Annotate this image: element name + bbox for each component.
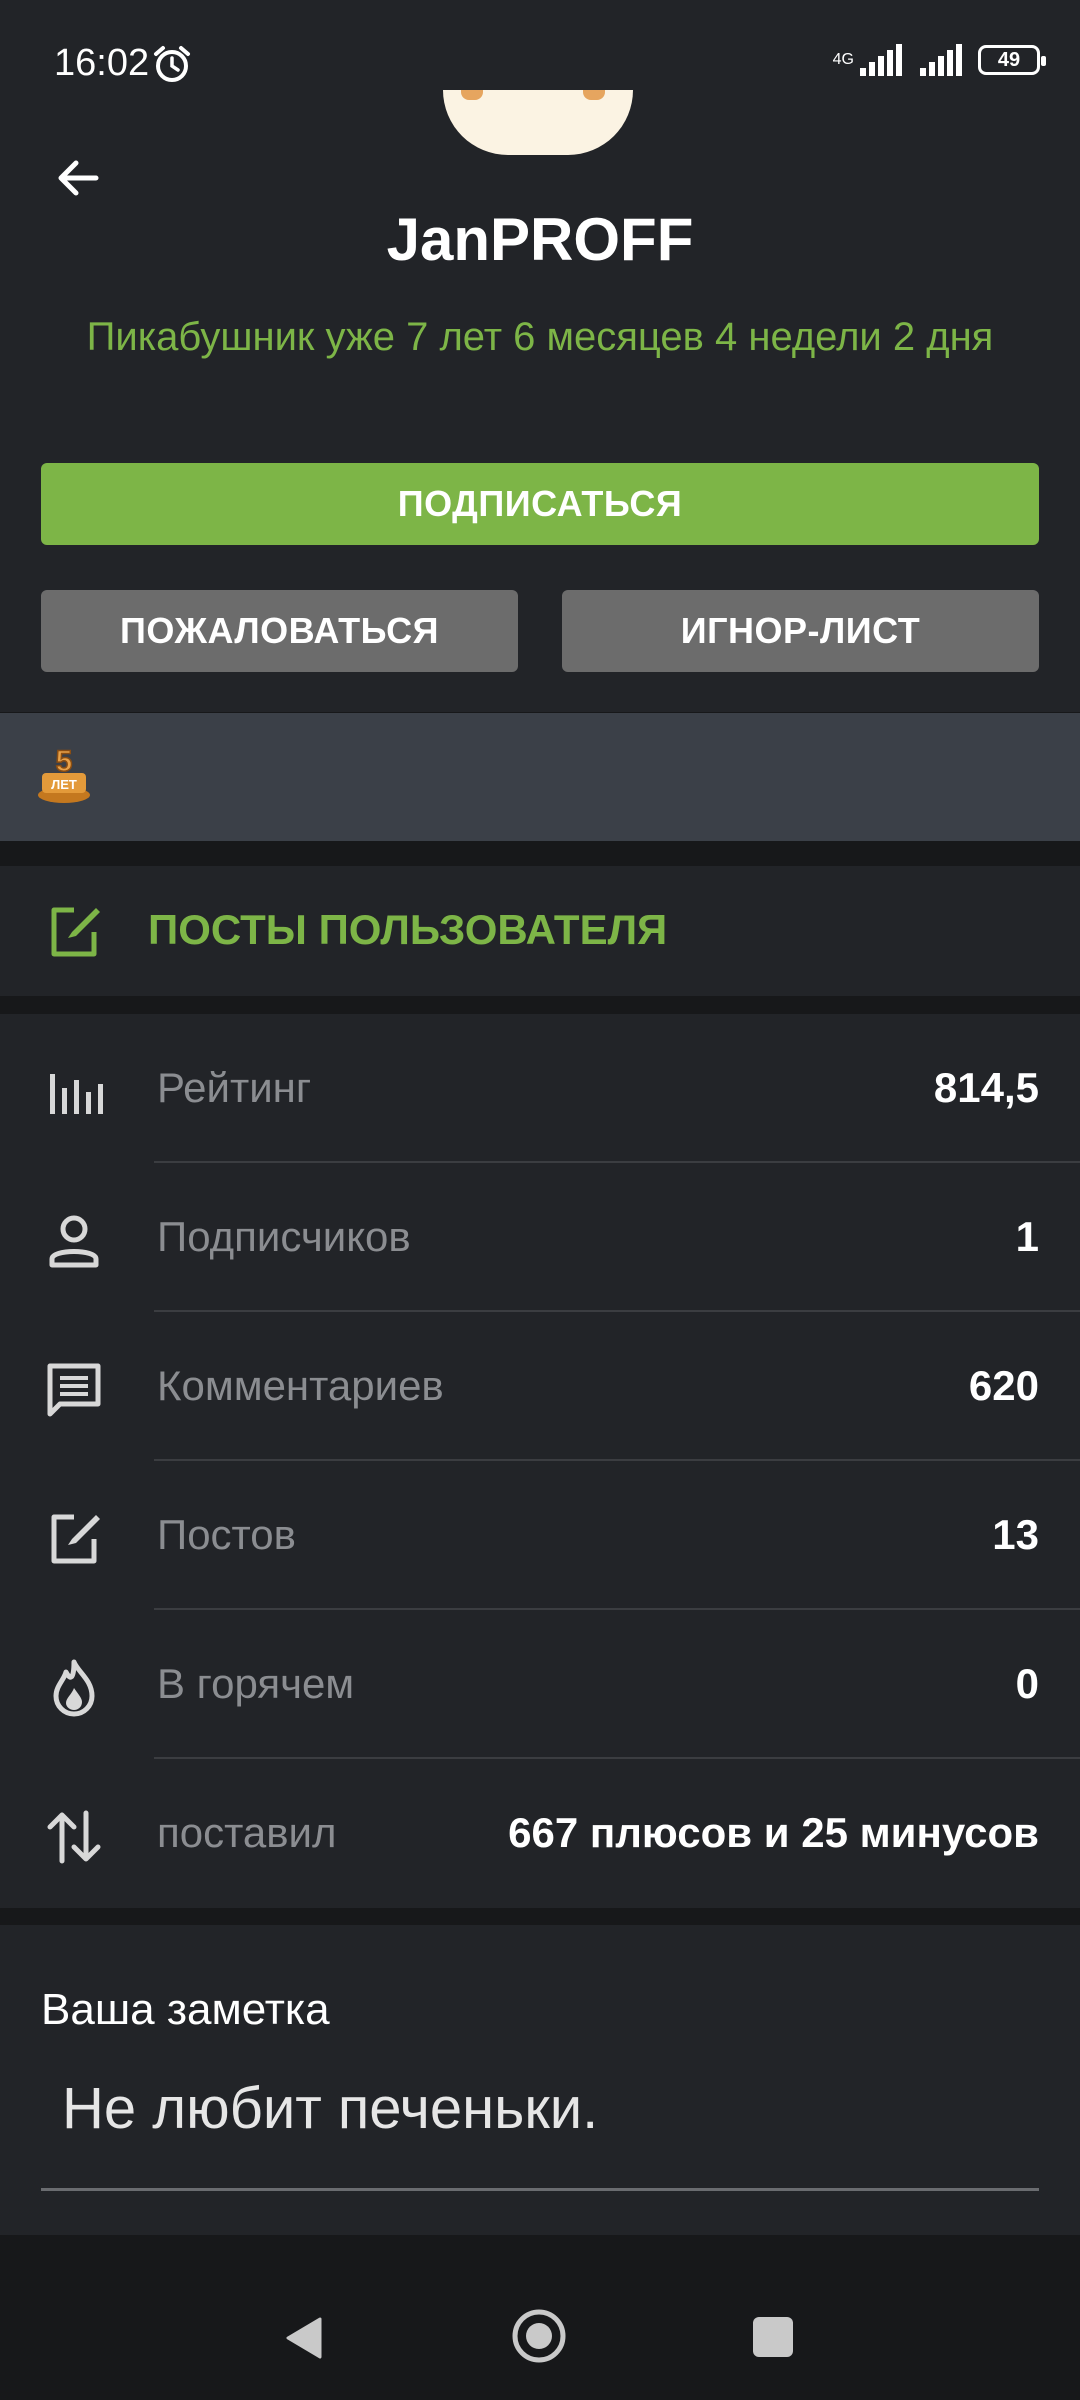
username: JanPROFF	[386, 206, 694, 273]
svg-text:ЛЕТ: ЛЕТ	[51, 777, 77, 792]
nav-back-icon[interactable]	[282, 2315, 324, 2361]
stat-row-votes: поставил 667 плюсов и 25 минусов	[0, 1759, 1080, 1908]
stat-label: Комментариев	[157, 1362, 444, 1409]
stat-value: 1	[1015, 1213, 1039, 1260]
awards-bar: 5 ЛЕТ	[0, 713, 1080, 841]
battery-level: 49	[997, 48, 1021, 71]
five-years-award-icon[interactable]: 5 ЛЕТ	[36, 743, 92, 805]
user-posts-link[interactable]: ПОСТЫ ПОЛЬЗОВАТЕЛЯ	[0, 866, 1080, 996]
stat-value: 13	[992, 1511, 1039, 1558]
comment-icon	[47, 1363, 101, 1417]
avatar	[443, 90, 633, 155]
stat-value: 667 плюсов и 25 минусов	[508, 1809, 1039, 1856]
stat-label: Рейтинг	[157, 1064, 312, 1111]
stat-row-hot: В горячем 0	[0, 1610, 1080, 1759]
user-posts-label: ПОСТЫ ПОЛЬЗОВАТЕЛЯ	[148, 906, 668, 953]
stat-value: 814,5	[933, 1064, 1039, 1111]
svg-text:5: 5	[56, 745, 73, 778]
nav-recents-icon[interactable]	[753, 2317, 793, 2357]
stat-row-rating: Рейтинг 814,5	[0, 1014, 1080, 1163]
signal-icon-1	[860, 44, 902, 76]
stat-row-comments: Комментариев 620	[0, 1312, 1080, 1461]
nav-home-icon[interactable]	[510, 2307, 568, 2365]
stat-label: В горячем	[157, 1660, 355, 1707]
user-note: Ваша заметка Не любит печеньки.	[0, 1925, 1080, 2235]
signal-icon-2	[920, 44, 962, 76]
system-nav-bar	[0, 2235, 1080, 2400]
battery-icon: 49	[978, 45, 1046, 75]
note-input[interactable]: Не любит печеньки.	[62, 2075, 598, 2142]
fire-icon	[53, 1659, 95, 1717]
person-icon	[49, 1215, 99, 1268]
note-title: Ваша заметка	[41, 1985, 330, 2034]
profile-header: JanPROFF Пикабушник уже 7 лет 6 месяцев …	[0, 90, 1080, 712]
stat-value: 0	[1015, 1660, 1039, 1707]
status-time: 16:02	[54, 42, 150, 84]
bar-chart-icon	[50, 1074, 103, 1114]
ignore-list-button[interactable]: ИГНОР-ЛИСТ	[562, 590, 1039, 672]
stat-label: поставил	[157, 1809, 337, 1856]
stats-list: Рейтинг 814,5 Подписчиков 1 Комментариев…	[0, 1014, 1080, 1908]
alarm-icon	[154, 46, 190, 82]
tenure-text: Пикабушник уже 7 лет 6 месяцев 4 недели …	[86, 315, 994, 359]
stat-label: Подписчиков	[157, 1213, 411, 1260]
stat-row-posts: Постов 13	[0, 1461, 1080, 1610]
edit-icon	[51, 1514, 100, 1564]
report-button[interactable]: ПОЖАЛОВАТЬСЯ	[41, 590, 518, 672]
subscribe-button[interactable]: ПОДПИСАТЬСЯ	[41, 463, 1039, 545]
stat-row-subscribers: Подписчиков 1	[0, 1163, 1080, 1312]
network-type: 4G	[832, 51, 854, 68]
note-underline	[41, 2188, 1039, 2191]
edit-icon	[51, 907, 100, 957]
back-arrow-icon[interactable]	[50, 150, 106, 206]
stat-label: Постов	[157, 1511, 296, 1558]
status-bar: 16:02 4G 49	[0, 0, 1080, 100]
stat-value: 620	[968, 1362, 1039, 1409]
sort-arrows-icon	[47, 1810, 101, 1864]
